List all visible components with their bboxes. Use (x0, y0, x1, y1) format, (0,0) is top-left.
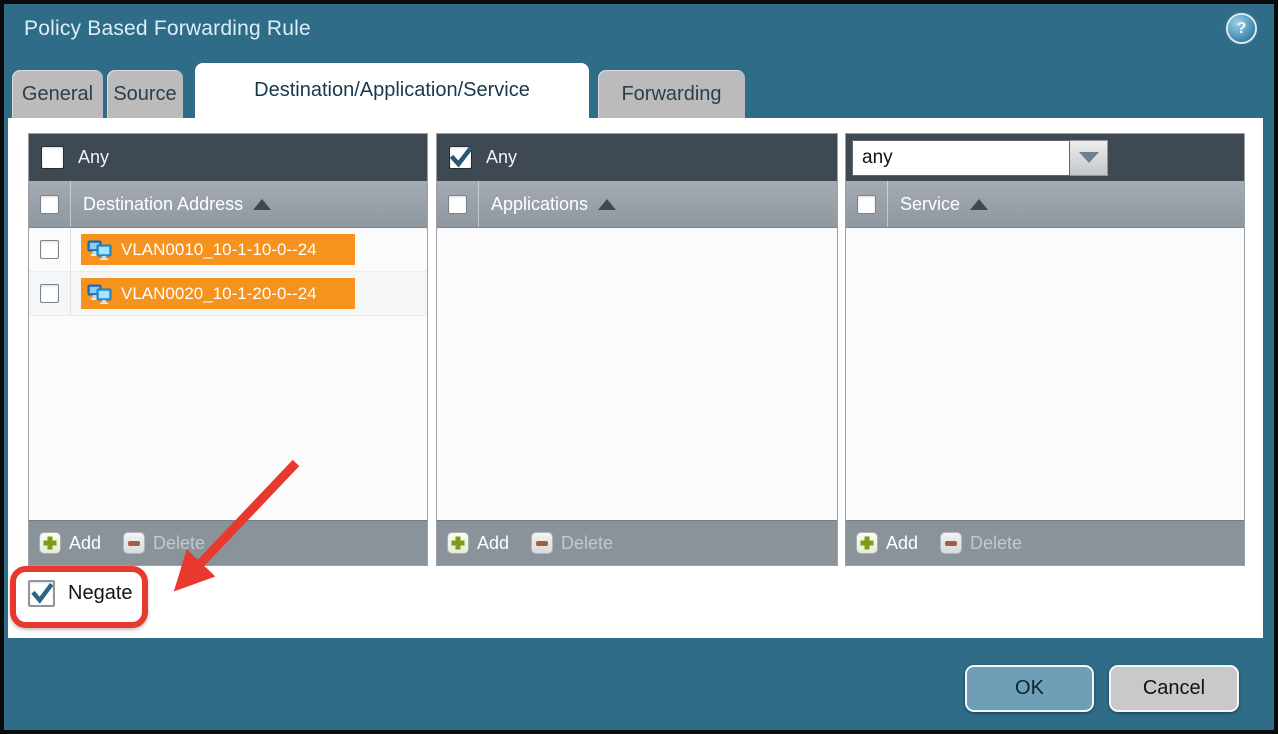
address-object-tag[interactable]: VLAN0020_10-1-20-0--24 (81, 278, 355, 309)
delete-minus-icon (940, 532, 962, 554)
service-panel: any Service (845, 133, 1245, 566)
row-checkbox[interactable] (40, 240, 59, 259)
checkmark-icon (30, 581, 53, 607)
applications-any-checkbox[interactable] (449, 146, 472, 169)
service-dropdown-value: any (852, 140, 1070, 176)
negate-checkbox[interactable] (28, 580, 55, 607)
address-object-tag[interactable]: VLAN0010_10-1-10-0--24 (81, 234, 355, 265)
delete-button[interactable]: Delete (940, 532, 1022, 554)
applications-select-all-checkbox[interactable] (448, 195, 467, 214)
address-object-label: VLAN0010_10-1-10-0--24 (121, 240, 317, 260)
destination-toolbar: Add Delete (29, 520, 427, 565)
negate-label: Negate (68, 582, 133, 605)
applications-any-bar: Any (437, 134, 837, 181)
add-plus-icon (856, 532, 878, 554)
delete-minus-icon (531, 532, 553, 554)
network-address-icon (87, 239, 113, 260)
applications-column-label: Applications (491, 194, 588, 215)
checkmark-icon (449, 146, 473, 170)
service-dropdown[interactable]: any (852, 140, 1108, 176)
destination-panel: Any Destination Address (28, 133, 428, 566)
add-plus-icon (39, 532, 61, 554)
table-row[interactable]: VLAN0010_10-1-10-0--24 (29, 228, 427, 272)
tab-forwarding-label: Forwarding (621, 83, 721, 106)
table-row[interactable]: VLAN0020_10-1-20-0--24 (29, 272, 427, 316)
destination-column-header[interactable]: Destination Address (29, 181, 427, 228)
delete-button-label: Delete (970, 533, 1022, 554)
destination-any-bar: Any (29, 134, 427, 181)
negate-row: Negate (28, 580, 133, 607)
sort-ascending-icon (970, 199, 988, 210)
tab-forwarding[interactable]: Forwarding (598, 70, 745, 118)
service-column-label: Service (900, 194, 960, 215)
sort-ascending-icon (253, 199, 271, 210)
applications-panel: Any Applications Add (436, 133, 838, 566)
applications-column-header[interactable]: Applications (437, 181, 837, 228)
service-toolbar: Add Delete (846, 520, 1244, 565)
destination-any-checkbox[interactable] (41, 146, 64, 169)
add-button[interactable]: Add (856, 532, 918, 554)
delete-button[interactable]: Delete (123, 532, 205, 554)
applications-toolbar: Add Delete (437, 520, 837, 565)
ok-button[interactable]: OK (965, 665, 1094, 712)
pbf-rule-dialog: Policy Based Forwarding Rule ? General S… (0, 0, 1278, 734)
add-button[interactable]: Add (39, 532, 101, 554)
service-select-all-checkbox[interactable] (857, 195, 876, 214)
dialog-title: Policy Based Forwarding Rule (24, 17, 311, 41)
tab-general[interactable]: General (12, 70, 103, 118)
dropdown-button[interactable] (1070, 140, 1108, 176)
tab-source-label: Source (113, 83, 176, 106)
applications-list (437, 228, 837, 520)
add-button-label: Add (886, 533, 918, 554)
tab-source[interactable]: Source (107, 70, 183, 118)
cancel-button[interactable]: Cancel (1109, 665, 1239, 712)
tab-destination-label: Destination/Application/Service (254, 79, 530, 102)
add-plus-icon (447, 532, 469, 554)
destination-select-all-checkbox[interactable] (40, 195, 59, 214)
network-address-icon (87, 283, 113, 304)
tab-content-area: Any Destination Address (8, 118, 1263, 638)
service-any-bar: any (846, 134, 1244, 181)
add-button[interactable]: Add (447, 532, 509, 554)
sort-ascending-icon (598, 199, 616, 210)
help-glyph: ? (1237, 20, 1247, 38)
add-button-label: Add (69, 533, 101, 554)
destination-list: VLAN0010_10-1-10-0--24 (29, 228, 427, 520)
delete-minus-icon (123, 532, 145, 554)
delete-button-label: Delete (561, 533, 613, 554)
chevron-down-icon (1079, 152, 1099, 163)
row-checkbox[interactable] (40, 284, 59, 303)
tab-general-label: General (22, 83, 93, 106)
delete-button-label: Delete (153, 533, 205, 554)
service-column-header[interactable]: Service (846, 181, 1244, 228)
tab-destination-application-service[interactable]: Destination/Application/Service (195, 63, 589, 118)
service-list (846, 228, 1244, 520)
applications-any-label: Any (486, 147, 517, 168)
delete-button[interactable]: Delete (531, 532, 613, 554)
add-button-label: Add (477, 533, 509, 554)
help-icon[interactable]: ? (1228, 15, 1255, 42)
destination-any-label: Any (78, 147, 109, 168)
address-object-label: VLAN0020_10-1-20-0--24 (121, 284, 317, 304)
destination-column-label: Destination Address (83, 194, 243, 215)
